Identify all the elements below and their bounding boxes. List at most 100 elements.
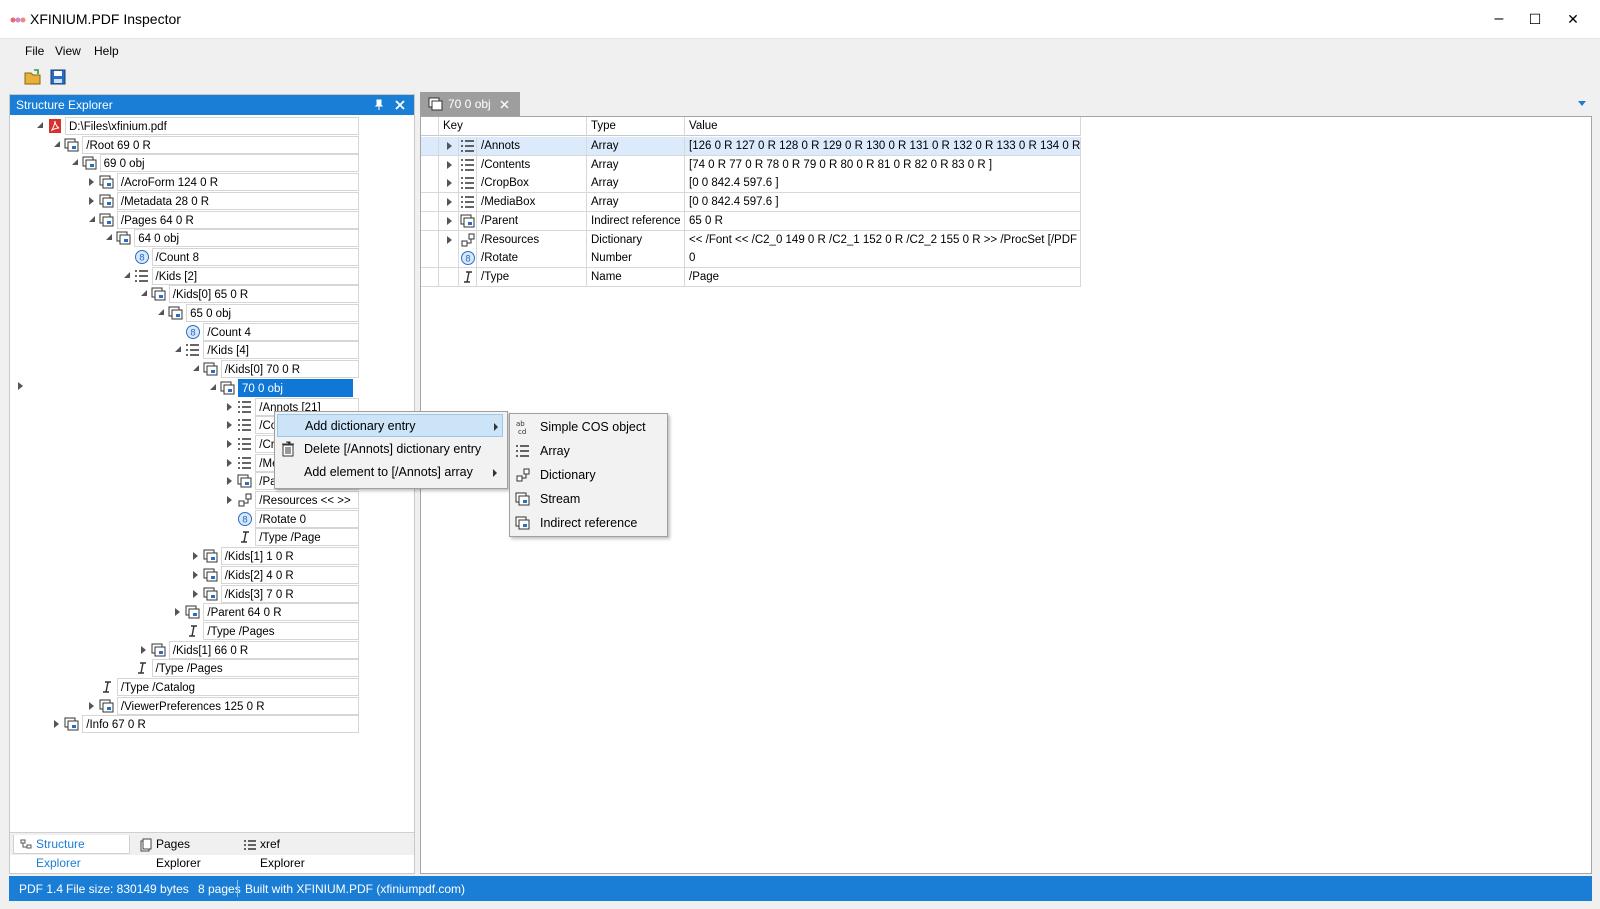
context-menu-item[interactable]: Add dictionary entry bbox=[277, 414, 503, 437]
collapse-arrow-icon[interactable] bbox=[106, 234, 113, 241]
tree-node[interactable]: /Kids[1] 66 0 R bbox=[10, 640, 410, 660]
context-menu-item[interactable]: Add element to [/Annots] array bbox=[277, 461, 503, 484]
expand-arrow-icon[interactable] bbox=[447, 216, 452, 225]
menu-view[interactable]: View bbox=[55, 44, 81, 58]
array-icon bbox=[186, 344, 200, 357]
submenu-item[interactable]: ab cd Simple COS object bbox=[512, 416, 663, 439]
tree-node[interactable]: /Metadata 28 0 R bbox=[10, 191, 410, 211]
tree-node[interactable]: /Kids [4] bbox=[10, 341, 410, 360]
expand-arrow-icon[interactable] bbox=[447, 198, 452, 207]
expand-arrow-icon[interactable] bbox=[227, 458, 233, 467]
collapse-arrow-icon[interactable] bbox=[140, 290, 147, 297]
tree-node[interactable]: /Kids[0] 70 0 R bbox=[10, 360, 410, 379]
tab-xref-explorer[interactable]: xref Explorer bbox=[238, 835, 328, 870]
expand-arrow-icon[interactable] bbox=[140, 645, 146, 654]
tree-node[interactable]: 8/Count 8 bbox=[10, 247, 410, 267]
expand-arrow-icon[interactable] bbox=[227, 477, 233, 486]
tree-node[interactable]: /Kids[3] 7 0 R bbox=[10, 584, 410, 604]
tree-node[interactable]: 8/Rotate 0 bbox=[10, 509, 410, 529]
tree-node[interactable]: /Type /Page bbox=[10, 528, 410, 547]
expand-arrow-icon[interactable] bbox=[192, 589, 198, 598]
expand-arrow-icon[interactable] bbox=[192, 552, 198, 561]
tree-node-label: 69 0 obj bbox=[99, 154, 359, 173]
expand-arrow-icon[interactable] bbox=[88, 196, 94, 205]
collapse-arrow-icon[interactable] bbox=[123, 271, 130, 278]
tree-node[interactable]: 8/Count 4 bbox=[10, 322, 410, 342]
collapse-arrow-icon[interactable] bbox=[192, 365, 199, 372]
tree-node[interactable]: /Parent 64 0 R bbox=[10, 603, 410, 622]
tree-node[interactable]: /Type /Catalog bbox=[10, 678, 410, 697]
collapse-arrow-icon[interactable] bbox=[175, 346, 182, 353]
indirect-reference-icon bbox=[151, 287, 166, 301]
collapse-arrow-icon[interactable] bbox=[71, 159, 78, 166]
grid-row[interactable]: /MediaBox Array [0 0 842.4 597.6 ] bbox=[421, 193, 1081, 213]
open-folder-icon[interactable] bbox=[24, 68, 42, 86]
maximize-button[interactable]: ☐ bbox=[1516, 0, 1554, 38]
save-disk-icon[interactable] bbox=[49, 68, 67, 86]
document-tab[interactable]: 70 0 obj bbox=[420, 92, 520, 116]
submenu-item[interactable]: Dictionary bbox=[512, 464, 663, 487]
tree-node[interactable]: /Type /Pages bbox=[10, 659, 410, 678]
tree-node[interactable]: 70 0 obj bbox=[10, 378, 410, 398]
tree-node[interactable]: /Kids [2] bbox=[10, 266, 410, 286]
tree-node[interactable]: 64 0 obj bbox=[10, 229, 410, 248]
collapse-arrow-icon[interactable] bbox=[210, 383, 216, 390]
tab-pages-explorer[interactable]: Pages Explorer bbox=[134, 835, 234, 870]
tree-node[interactable]: /Info 67 0 R bbox=[10, 715, 410, 734]
expand-arrow-icon[interactable] bbox=[88, 178, 94, 187]
expand-arrow-icon[interactable] bbox=[227, 421, 233, 430]
close-panel-icon[interactable] bbox=[394, 99, 406, 111]
expand-arrow-icon[interactable] bbox=[18, 382, 24, 390]
tree-node[interactable]: /Kids[1] 1 0 R bbox=[10, 547, 410, 566]
close-tab-icon[interactable] bbox=[500, 100, 509, 109]
tab-structure-explorer[interactable]: Structure Explorer bbox=[13, 835, 130, 870]
expand-arrow-icon[interactable] bbox=[54, 720, 60, 729]
tree-node[interactable]: D:\Files\xfinium.pdf bbox=[10, 117, 410, 136]
expand-arrow-icon[interactable] bbox=[227, 439, 233, 448]
tree-node-label: /Count 8 bbox=[151, 247, 359, 266]
expand-arrow-icon[interactable] bbox=[447, 142, 452, 150]
tree-node[interactable]: /Resources << >> bbox=[10, 491, 410, 510]
grid-row[interactable]: 8/Rotate Number 0 bbox=[421, 249, 1081, 269]
expand-arrow-icon[interactable] bbox=[227, 496, 233, 504]
collapse-arrow-icon[interactable] bbox=[54, 140, 61, 147]
expand-arrow-icon[interactable] bbox=[447, 179, 452, 188]
collapse-arrow-icon[interactable] bbox=[88, 215, 95, 222]
indirect-reference-icon bbox=[203, 568, 218, 582]
tree-node[interactable]: /Pages 64 0 R bbox=[10, 210, 410, 230]
grid-row[interactable]: /Resources Dictionary << /Font << /C2_0 14… bbox=[421, 230, 1081, 250]
context-menu-item[interactable]: Delete [/Annots] dictionary entry bbox=[277, 438, 503, 461]
grid-row[interactable]: /CropBox Array [0 0 842.4 597.6 ] bbox=[421, 174, 1081, 194]
tree-node[interactable]: /ViewerPreferences 125 0 R bbox=[10, 696, 410, 716]
menu-file[interactable]: File bbox=[25, 44, 44, 58]
grid-row[interactable]: /Parent Indirect reference 65 0 R bbox=[421, 211, 1081, 231]
tree-node[interactable]: /Type /Pages bbox=[10, 621, 410, 641]
tree-node[interactable]: 69 0 obj bbox=[10, 154, 410, 173]
grid-row[interactable]: /Annots Array [126 0 R 127 0 R 128 0 R 129… bbox=[421, 137, 1081, 156]
expand-arrow-icon[interactable] bbox=[447, 235, 452, 244]
pin-icon[interactable] bbox=[373, 99, 385, 111]
expand-arrow-icon[interactable] bbox=[227, 402, 233, 411]
tree-node[interactable]: /AcroForm 124 0 R bbox=[10, 173, 410, 192]
app-logo-icon bbox=[10, 17, 26, 23]
collapse-arrow-icon[interactable] bbox=[37, 122, 43, 128]
tree-node[interactable]: 65 0 obj bbox=[10, 304, 410, 323]
close-button[interactable]: ✕ bbox=[1554, 0, 1592, 38]
grid-row[interactable]: /Contents Array [74 0 R 77 0 R 78 0 R 79 0… bbox=[421, 155, 1081, 175]
tree-node[interactable]: /Root 69 0 R bbox=[10, 135, 410, 155]
expand-arrow-icon[interactable] bbox=[447, 160, 452, 169]
expand-arrow-icon[interactable] bbox=[175, 608, 181, 617]
menu-help[interactable]: Help bbox=[94, 44, 119, 58]
dictionary-icon bbox=[461, 233, 475, 246]
tree-node[interactable]: /Kids[2] 4 0 R bbox=[10, 565, 410, 585]
collapse-arrow-icon[interactable] bbox=[158, 309, 165, 315]
expand-arrow-icon[interactable] bbox=[88, 701, 94, 710]
submenu-item[interactable]: Array bbox=[512, 440, 663, 463]
expand-arrow-icon[interactable] bbox=[192, 570, 198, 579]
grid-row[interactable]: /Type Name/Page bbox=[421, 267, 1081, 287]
submenu-item[interactable]: Indirect reference bbox=[512, 512, 663, 535]
tab-dropdown-icon[interactable] bbox=[1578, 101, 1586, 107]
tree-node[interactable]: /Kids[0] 65 0 R bbox=[10, 285, 410, 304]
minimize-button[interactable]: – bbox=[1480, 0, 1518, 38]
submenu-item[interactable]: Stream bbox=[512, 488, 663, 511]
